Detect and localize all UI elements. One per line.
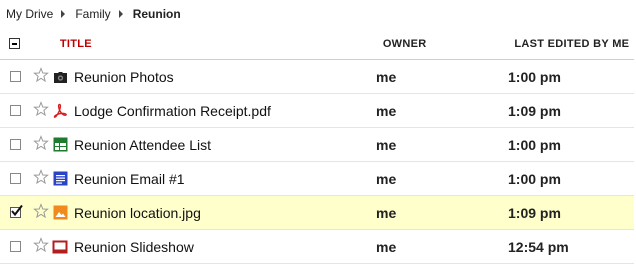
folder-icon <box>52 69 68 85</box>
table-row[interactable]: Lodge Confirmation Receipt.pdf me 1:09 pm <box>0 94 634 128</box>
table-row[interactable]: Reunion Attendee List me 1:00 pm <box>0 128 634 162</box>
file-owner: me <box>376 238 397 255</box>
star-icon[interactable] <box>33 101 49 120</box>
column-header-owner[interactable]: OWNER <box>383 38 515 50</box>
breadcrumb-separator-icon <box>118 10 123 18</box>
breadcrumb-separator-icon <box>61 10 66 18</box>
image-icon <box>52 205 68 221</box>
table-row[interactable]: Reunion location.jpg me 1:09 pm <box>0 196 634 230</box>
star-icon[interactable] <box>33 67 49 86</box>
presentation-icon <box>52 239 68 255</box>
file-name[interactable]: Reunion Email #1 <box>74 171 185 187</box>
breadcrumb: My Drive Family Reunion <box>0 0 636 28</box>
file-last-edited: 1:00 pm <box>508 170 561 187</box>
file-name[interactable]: Reunion location.jpg <box>74 205 201 221</box>
select-all-checkbox[interactable] <box>9 38 21 49</box>
file-owner: me <box>376 136 397 153</box>
column-header-last-edited[interactable]: LAST EDITED BY ME <box>514 38 634 50</box>
row-checkbox[interactable] <box>9 139 21 150</box>
file-list: Reunion Photos me 1:00 pm Lodge Confirmatio… <box>0 60 634 264</box>
document-icon <box>52 171 68 187</box>
file-owner: me <box>376 68 397 85</box>
file-owner: me <box>376 170 397 187</box>
file-last-edited: 12:54 pm <box>508 238 569 255</box>
pdf-icon <box>52 103 68 119</box>
star-icon[interactable] <box>33 169 49 188</box>
breadcrumb-family[interactable]: Family <box>75 7 110 21</box>
table-row[interactable]: Reunion Photos me 1:00 pm <box>0 60 634 94</box>
row-checkbox[interactable] <box>9 241 21 252</box>
row-checkbox[interactable] <box>9 173 21 184</box>
row-checkbox[interactable] <box>9 71 21 82</box>
star-icon[interactable] <box>33 203 49 222</box>
file-table: TITLE OWNER LAST EDITED BY ME Reunion Ph… <box>0 28 634 264</box>
file-last-edited: 1:09 pm <box>508 102 561 119</box>
star-icon[interactable] <box>33 237 49 256</box>
file-name[interactable]: Reunion Photos <box>74 69 174 85</box>
file-last-edited: 1:00 pm <box>508 68 561 85</box>
column-header-title[interactable]: TITLE <box>52 38 383 50</box>
star-icon[interactable] <box>33 135 49 154</box>
table-row[interactable]: Reunion Email #1 me 1:00 pm <box>0 162 634 196</box>
spreadsheet-icon <box>52 137 68 153</box>
row-checkbox[interactable] <box>9 204 23 218</box>
file-last-edited: 1:00 pm <box>508 136 561 153</box>
file-owner: me <box>376 102 397 119</box>
breadcrumb-my-drive[interactable]: My Drive <box>6 7 53 21</box>
file-browser: My Drive Family Reunion TITLE OWNER LAST… <box>0 0 636 270</box>
file-owner: me <box>376 204 397 221</box>
file-name[interactable]: Lodge Confirmation Receipt.pdf <box>74 103 271 119</box>
breadcrumb-reunion: Reunion <box>132 7 181 21</box>
row-checkbox[interactable] <box>9 105 21 116</box>
file-last-edited: 1:09 pm <box>508 204 561 221</box>
table-header: TITLE OWNER LAST EDITED BY ME <box>0 28 634 60</box>
file-name[interactable]: Reunion Attendee List <box>74 137 211 153</box>
file-name[interactable]: Reunion Slideshow <box>74 239 194 255</box>
table-row[interactable]: Reunion Slideshow me 12:54 pm <box>0 230 634 264</box>
